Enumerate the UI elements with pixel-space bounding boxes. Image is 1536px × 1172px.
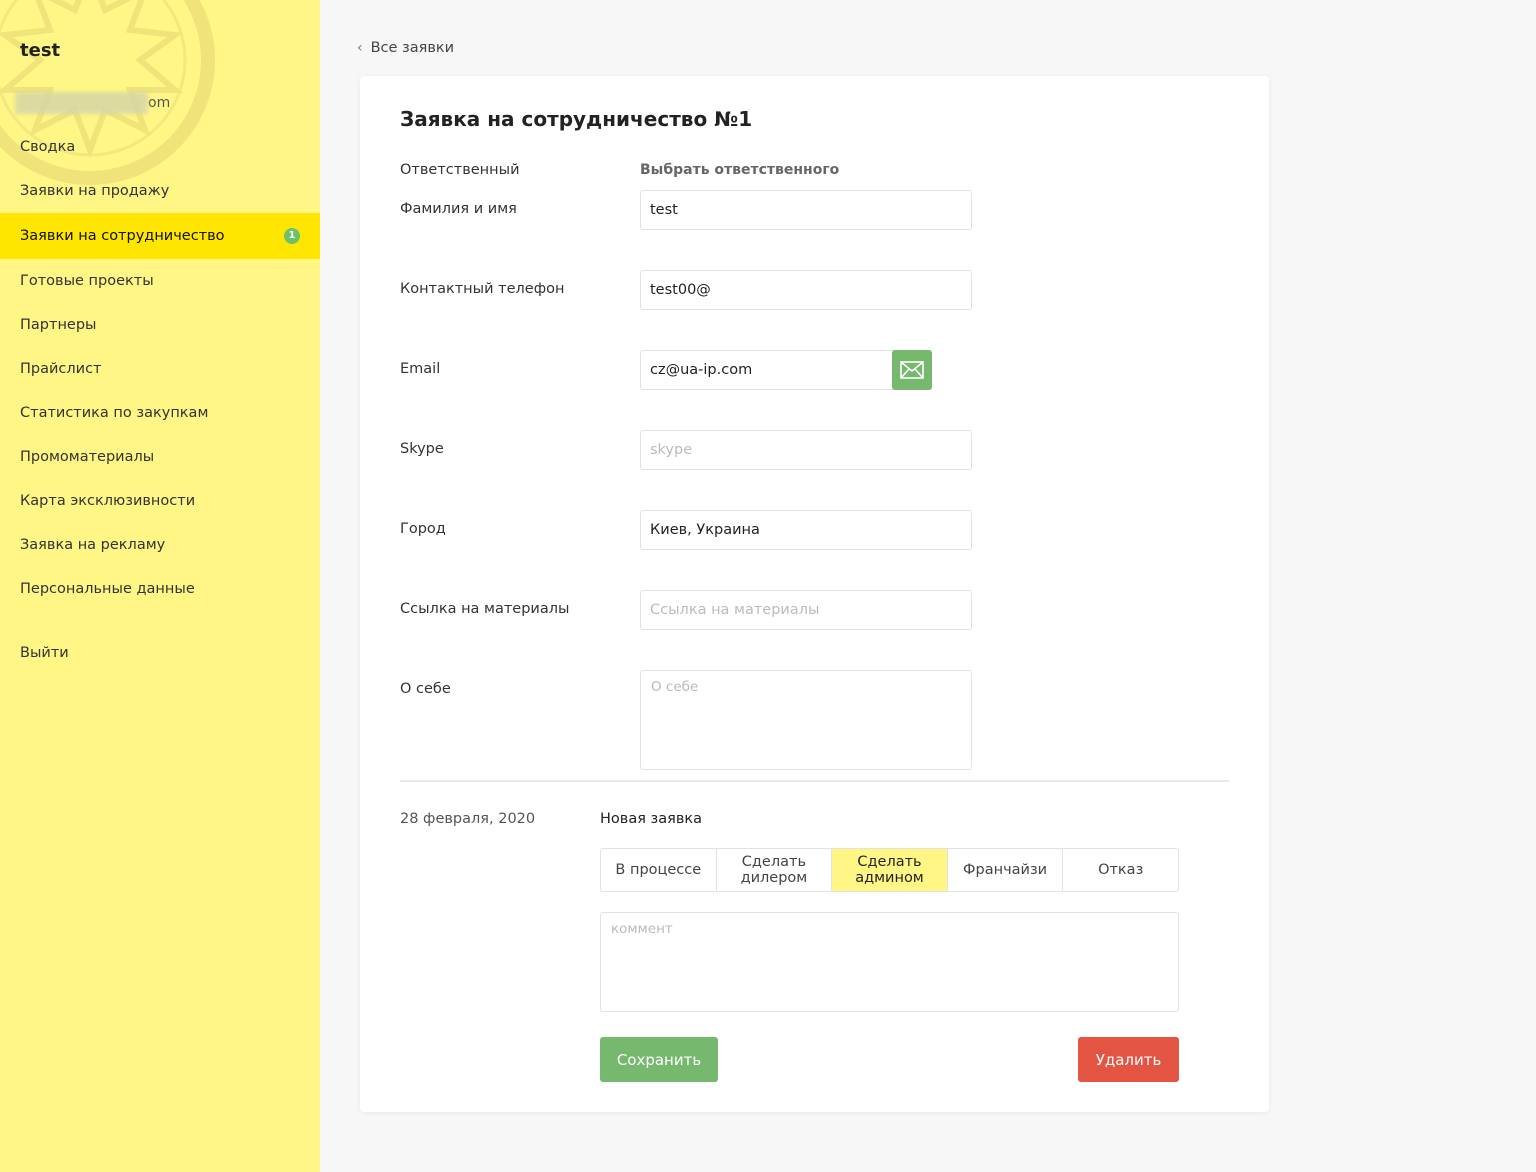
city-field[interactable] [640,510,972,550]
user-email: om [15,92,171,114]
sidebar-item-personal-data[interactable]: Персональные данные [0,567,320,611]
status-option-make-dealer[interactable]: Сделать дилером [715,849,832,891]
sidebar-item-label: Сводка [20,139,76,155]
sidebar-item-promo[interactable]: Промоматериалы [0,435,320,479]
current-status: Новая заявка [600,811,703,827]
sidebar-item-label: Статистика по закупкам [20,405,209,421]
status-option-make-admin[interactable]: Сделать админом [831,849,947,891]
sidebar: test om Сводка Заявки на продажу Заявки … [0,0,320,1172]
divider [400,780,1229,782]
city-row: Город [400,510,1230,550]
status-option-reject[interactable]: Отказ [1062,849,1178,891]
responsible-row: Ответственный Выбрать ответственного [400,162,1230,182]
request-card: Заявка на сотрудничество №1 Ответственны… [360,76,1269,1112]
sidebar-item-partners[interactable]: Партнеры [0,303,320,347]
email-field[interactable] [640,350,922,390]
materials-row: Ссылка на материалы [400,590,1230,630]
status-selector: В процессе Сделать дилером Сделать админ… [600,848,1179,892]
sidebar-item-label: Карта эксклюзивности [20,493,196,509]
request-date: 28 февраля, 2020 [400,811,536,827]
sidebar-item-logout[interactable]: Выйти [0,631,320,675]
phone-label: Контактный телефон [400,281,565,297]
sidebar-item-label: Заявка на рекламу [20,537,166,553]
sidebar-item-label: Заявки на продажу [20,183,170,199]
sidebar-item-sale-requests[interactable]: Заявки на продажу [0,169,320,213]
sidebar-item-ad-request[interactable]: Заявка на рекламу [0,523,320,567]
about-row: О себе [400,670,1230,770]
email-row: Email [400,350,1230,390]
count-badge: 1 [284,228,300,244]
name-row: Фамилия и имя [400,190,1230,230]
materials-link-field[interactable] [640,590,972,630]
sidebar-item-label: Промоматериалы [20,449,155,465]
choose-responsible-link[interactable]: Выбрать ответственного [640,162,839,178]
sidebar-item-label: Партнеры [20,317,97,333]
skype-field[interactable] [640,430,972,470]
sidebar-item-ready-projects[interactable]: Готовые проекты [0,259,320,303]
user-name: test [20,40,61,61]
sidebar-item-label: Прайслист [20,361,102,377]
responsible-label: Ответственный [400,162,520,178]
send-email-button[interactable] [892,350,932,390]
sidebar-item-label: Персональные данные [20,581,195,597]
sidebar-item-purchase-stats[interactable]: Статистика по закупкам [0,391,320,435]
sidebar-item-cooperation-requests[interactable]: Заявки на сотрудничество 1 [0,213,320,259]
sidebar-item-summary[interactable]: Сводка [0,125,320,169]
back-link-label: Все заявки [370,40,455,56]
redacted-email [15,92,148,114]
save-button[interactable]: Сохранить [600,1037,718,1082]
status-option-in-progress[interactable]: В процессе [601,849,716,891]
skype-row: Skype [400,430,1230,470]
sidebar-item-label: Выйти [20,645,69,661]
sidebar-item-exclusivity-map[interactable]: Карта эксклюзивности [0,479,320,523]
skype-label: Skype [400,441,444,457]
sidebar-item-pricelist[interactable]: Прайслист [0,347,320,391]
about-field[interactable] [640,670,972,770]
status-option-franchisee[interactable]: Франчайзи [946,849,1063,891]
city-label: Город [400,521,446,537]
sidebar-item-label: Заявки на сотрудничество [20,228,225,244]
name-label: Фамилия и имя [400,201,517,217]
sidebar-item-label: Готовые проекты [20,273,154,289]
email-label: Email [400,361,441,377]
chevron-left-icon: ‹ [357,40,363,56]
name-field[interactable] [640,190,972,230]
page-title: Заявка на сотрудничество №1 [400,107,753,131]
phone-field[interactable] [640,270,972,310]
materials-label: Ссылка на материалы [400,601,570,617]
user-email-suffix: om [148,95,171,111]
delete-button[interactable]: Удалить [1078,1037,1179,1082]
envelope-icon [900,361,924,379]
back-link[interactable]: ‹ Все заявки [357,38,454,58]
phone-row: Контактный телефон [400,270,1230,310]
comment-field[interactable] [600,912,1179,1012]
about-label: О себе [400,681,451,697]
sidebar-nav: Сводка Заявки на продажу Заявки на сотру… [0,125,320,675]
